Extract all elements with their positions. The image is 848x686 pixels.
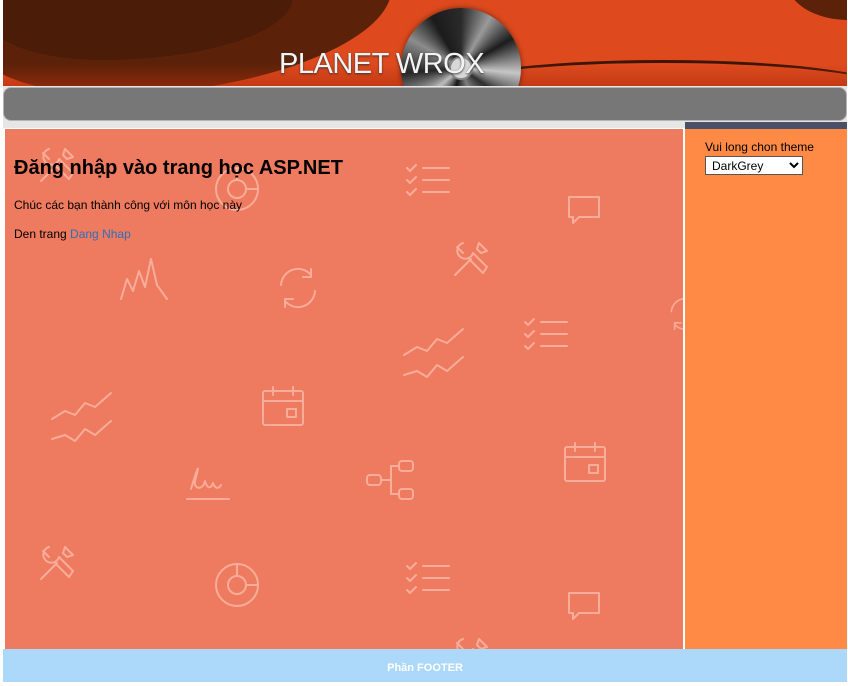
main-content: Đăng nhập vào trang học ASP.NET Chúc các… [5,129,683,649]
tools-icon [454,242,488,276]
site-logo[interactable]: PLANET WROX [279,48,485,81]
site-header: PLANET WROX [3,0,847,86]
mountain-chart-icon [120,258,168,300]
chat-bubble-icon [568,196,600,224]
footer-text: Phần FOOTER [387,662,463,674]
header-corner-shape [787,0,847,20]
theme-label: Vui long chon theme [705,140,814,154]
tools-icon [456,638,488,649]
sidebar-top-band [685,122,847,129]
page: PLANET WROX Đăng nhập vào trang học ASP.… [0,0,848,682]
page-left-border [0,0,3,682]
line-chart-icon [403,328,464,378]
right-sidebar: Vui long chon theme DarkGrey [685,122,847,649]
tools-icon [40,546,74,580]
theme-select[interactable]: DarkGrey [705,156,803,175]
share-nodes-icon [366,460,414,500]
refresh-icon [670,298,683,330]
chat-bubble-icon [568,592,600,620]
login-prefix: Den trang [14,227,71,241]
main-menu-bar[interactable] [3,87,847,121]
checklist-icon [406,164,450,196]
refresh-icon [280,267,316,309]
calendar-icon [262,386,304,426]
login-line: Den trang Dang Nhap [14,227,131,241]
welcome-text: Chúc các bạn thành công với môn học này [14,198,243,212]
calendar-icon [564,442,606,482]
checklist-icon [406,562,450,594]
page-title: Đăng nhập vào trang học ASP.NET [14,157,343,179]
pie-chart-icon [215,563,259,607]
checklist-icon [524,318,568,350]
site-footer: Phần FOOTER [3,649,847,682]
line-chart-icon [51,392,112,442]
login-link[interactable]: Dang Nhap [70,227,131,241]
signature-icon [186,467,230,500]
